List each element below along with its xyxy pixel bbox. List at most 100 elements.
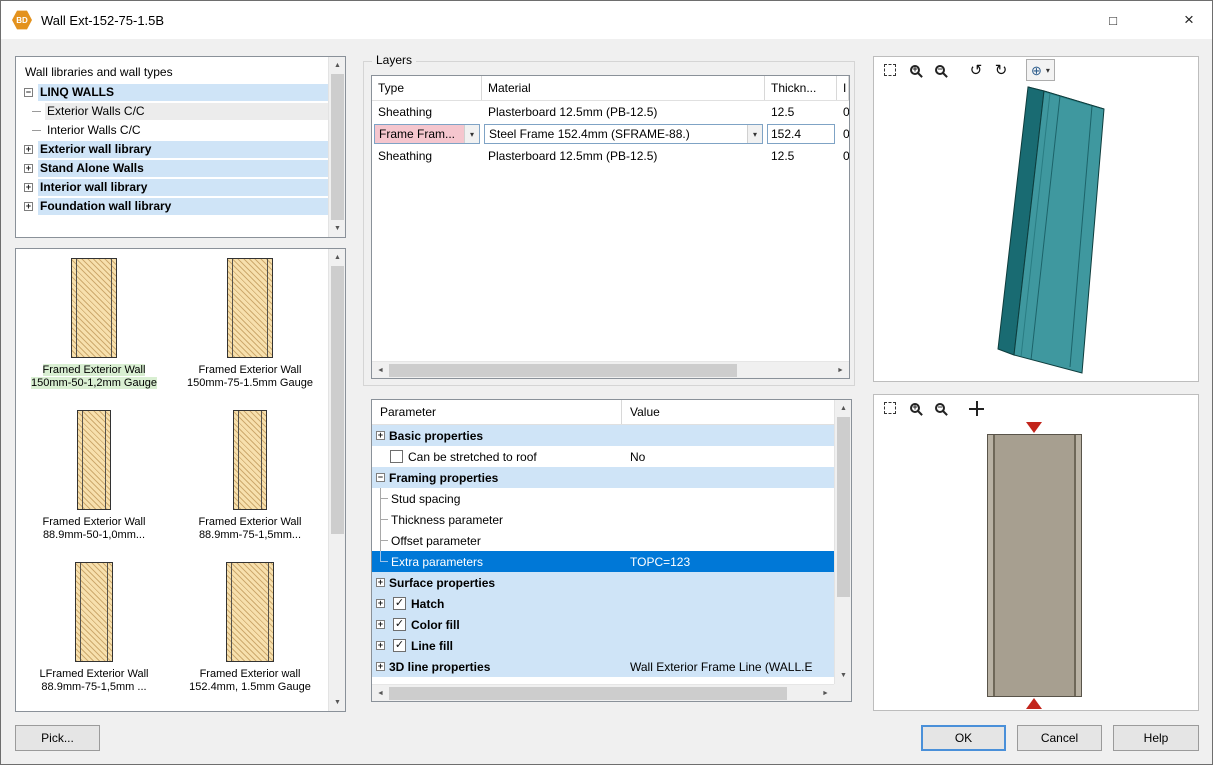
tree-item-linq-walls[interactable]: − LINQ WALLS <box>22 83 328 102</box>
param-row-can-be-stretched-to-roof[interactable]: Can be stretched to roof No <box>372 446 834 467</box>
chevron-down-icon[interactable]: ▾ <box>747 125 762 143</box>
maximize-button[interactable]: □ <box>1090 1 1136 39</box>
scrollbar-thumb[interactable] <box>389 364 737 377</box>
wall-section-render <box>987 434 1082 697</box>
wall-type-item[interactable]: Framed Exterior Wall 88.9mm-50-1,0mm... <box>16 410 172 562</box>
expand-icon[interactable]: + <box>24 202 33 211</box>
column-header-thickness[interactable]: Thickn... <box>765 76 837 100</box>
zoom-out-icon[interactable] <box>929 397 951 419</box>
zoom-in-icon[interactable] <box>904 59 926 81</box>
scroll-up-icon[interactable]: ▲ <box>329 57 346 74</box>
wall-type-item[interactable]: Framed Exterior Wall 150mm-75-1.5mm Gaug… <box>172 258 328 410</box>
tree-item-exterior-wall-library[interactable]: + Exterior wall library <box>22 140 328 159</box>
reference-marker-top[interactable] <box>1026 422 1042 433</box>
param-row-framing-properties[interactable]: − Framing properties <box>372 467 834 488</box>
scroll-down-icon[interactable]: ▼ <box>329 694 346 711</box>
expand-icon[interactable]: + <box>376 578 385 587</box>
pick-button[interactable]: Pick... <box>15 725 100 751</box>
zoom-in-icon[interactable] <box>904 397 926 419</box>
tree-item-interior-wall-library[interactable]: + Interior wall library <box>22 178 328 197</box>
tree-item-stand-alone-walls[interactable]: + Stand Alone Walls <box>22 159 328 178</box>
expand-icon[interactable]: + <box>376 641 385 650</box>
pan-move-icon[interactable] <box>965 397 987 419</box>
param-row-extra-parameters[interactable]: Extra parameters TOPC=123 <box>372 551 834 572</box>
zoom-out-icon[interactable] <box>929 59 951 81</box>
checkbox-checked[interactable]: ✓ <box>393 639 406 652</box>
column-header-parameter[interactable]: Parameter <box>372 400 622 424</box>
scroll-right-icon[interactable]: ► <box>832 362 849 379</box>
tree-item-exterior-walls-cc[interactable]: Exterior Walls C/C <box>22 102 328 121</box>
wall-type-item[interactable]: LFramed Exterior Wall 88.9mm-75-1,5mm ..… <box>16 562 172 711</box>
parameters-hscrollbar[interactable]: ◄ ► <box>372 684 834 701</box>
scrollbar-thumb[interactable] <box>837 417 850 597</box>
tree-scrollbar[interactable]: ▲ ▼ <box>328 57 345 237</box>
layer-row[interactable]: Sheathing Plasterboard 12.5mm (PB-12.5) … <box>372 101 849 123</box>
param-row-color-fill[interactable]: + ✓ Color fill <box>372 614 834 635</box>
scrollbar-thumb[interactable] <box>331 74 344 220</box>
layer-thickness-input[interactable] <box>767 124 835 144</box>
scroll-up-icon[interactable]: ▲ <box>835 400 852 417</box>
layer-type-combobox[interactable]: Frame Fram... ▾ <box>374 124 480 144</box>
rotate-left-icon[interactable]: ↺ <box>965 59 987 81</box>
wall-type-item[interactable]: Framed Exterior Wall 150mm-50-1,2mm Gaug… <box>16 258 172 410</box>
param-row-3d-line-properties[interactable]: + 3D line properties Wall Exterior Frame… <box>372 656 834 677</box>
tree-item-foundation-wall-library[interactable]: + Foundation wall library <box>22 197 328 216</box>
zoom-window-icon[interactable] <box>879 59 901 81</box>
zoom-window-icon[interactable] <box>879 397 901 419</box>
scroll-up-icon[interactable]: ▲ <box>329 249 346 266</box>
wall-type-item[interactable]: Framed Exterior wall 152.4mm, 1.5mm Gaug… <box>172 562 328 711</box>
reference-marker-bottom[interactable] <box>1026 698 1042 709</box>
expand-icon[interactable]: + <box>376 599 385 608</box>
expand-icon[interactable]: + <box>24 145 33 154</box>
column-header-type[interactable]: Type <box>372 76 482 100</box>
expand-icon[interactable]: + <box>376 431 385 440</box>
checkbox-checked[interactable]: ✓ <box>393 597 406 610</box>
wall-type-item[interactable]: Framed Exterior Wall 88.9mm-75-1,5mm... <box>172 410 328 562</box>
app-icon: BD <box>12 10 32 30</box>
expand-icon[interactable]: + <box>24 183 33 192</box>
param-row-hatch[interactable]: + ✓ Hatch <box>372 593 834 614</box>
param-row-offset-parameter[interactable]: Offset parameter <box>372 530 834 551</box>
param-row-line-fill[interactable]: + ✓ Line fill <box>372 635 834 656</box>
scroll-down-icon[interactable]: ▼ <box>329 220 346 237</box>
preview-3d-viewport[interactable] <box>874 83 1198 381</box>
ok-button[interactable]: OK <box>921 725 1006 751</box>
param-row-thickness-parameter[interactable]: Thickness parameter <box>372 509 834 530</box>
column-header-value[interactable]: Value <box>622 400 834 424</box>
layers-hscrollbar[interactable]: ◄ ► <box>372 361 849 378</box>
expand-icon[interactable]: + <box>376 620 385 629</box>
scroll-right-icon[interactable]: ► <box>817 685 834 702</box>
scroll-left-icon[interactable]: ◄ <box>372 362 389 379</box>
column-header-material[interactable]: Material <box>482 76 765 100</box>
column-header-partial[interactable]: I <box>837 76 849 100</box>
scroll-left-icon[interactable]: ◄ <box>372 685 389 702</box>
preview-3d-toolbar: ↺ ↻ ⊕ ▾ <box>874 57 1198 83</box>
collapse-icon[interactable]: − <box>376 473 385 482</box>
scrollbar-thumb[interactable] <box>389 687 787 700</box>
layer-material-combobox[interactable]: Steel Frame 152.4mm (SFRAME-88.) ▾ <box>484 124 763 144</box>
preview-2d-viewport[interactable] <box>874 421 1198 710</box>
parameters-vscrollbar[interactable]: ▲ ▼ <box>834 400 851 684</box>
expand-icon[interactable]: + <box>376 662 385 671</box>
layer-row[interactable]: Sheathing Plasterboard 12.5mm (PB-12.5) … <box>372 145 849 167</box>
param-row-stud-spacing[interactable]: Stud spacing <box>372 488 834 509</box>
orbit-mode-button[interactable]: ⊕ ▾ <box>1026 59 1055 81</box>
cancel-button[interactable]: Cancel <box>1017 725 1102 751</box>
expand-icon[interactable]: + <box>24 164 33 173</box>
close-button[interactable]: × <box>1166 1 1212 39</box>
chevron-down-icon[interactable]: ▾ <box>1046 66 1050 75</box>
checkbox-unchecked[interactable] <box>390 450 403 463</box>
scroll-down-icon[interactable]: ▼ <box>835 667 852 684</box>
collapse-icon[interactable]: − <box>24 88 33 97</box>
wall-type-scrollbar[interactable]: ▲ ▼ <box>328 249 345 711</box>
scrollbar-thumb[interactable] <box>331 266 344 534</box>
param-row-surface-properties[interactable]: + Surface properties <box>372 572 834 593</box>
tree-item-interior-walls-cc[interactable]: Interior Walls C/C <box>22 121 328 140</box>
help-button[interactable]: Help <box>1113 725 1199 751</box>
rotate-right-icon[interactable]: ↻ <box>990 59 1012 81</box>
tree-branch-line <box>32 130 41 131</box>
layer-row-editing[interactable]: Frame Fram... ▾ Steel Frame 152.4mm (SFR… <box>372 123 849 145</box>
chevron-down-icon[interactable]: ▾ <box>464 125 479 143</box>
param-row-basic-properties[interactable]: + Basic properties <box>372 425 834 446</box>
checkbox-checked[interactable]: ✓ <box>393 618 406 631</box>
